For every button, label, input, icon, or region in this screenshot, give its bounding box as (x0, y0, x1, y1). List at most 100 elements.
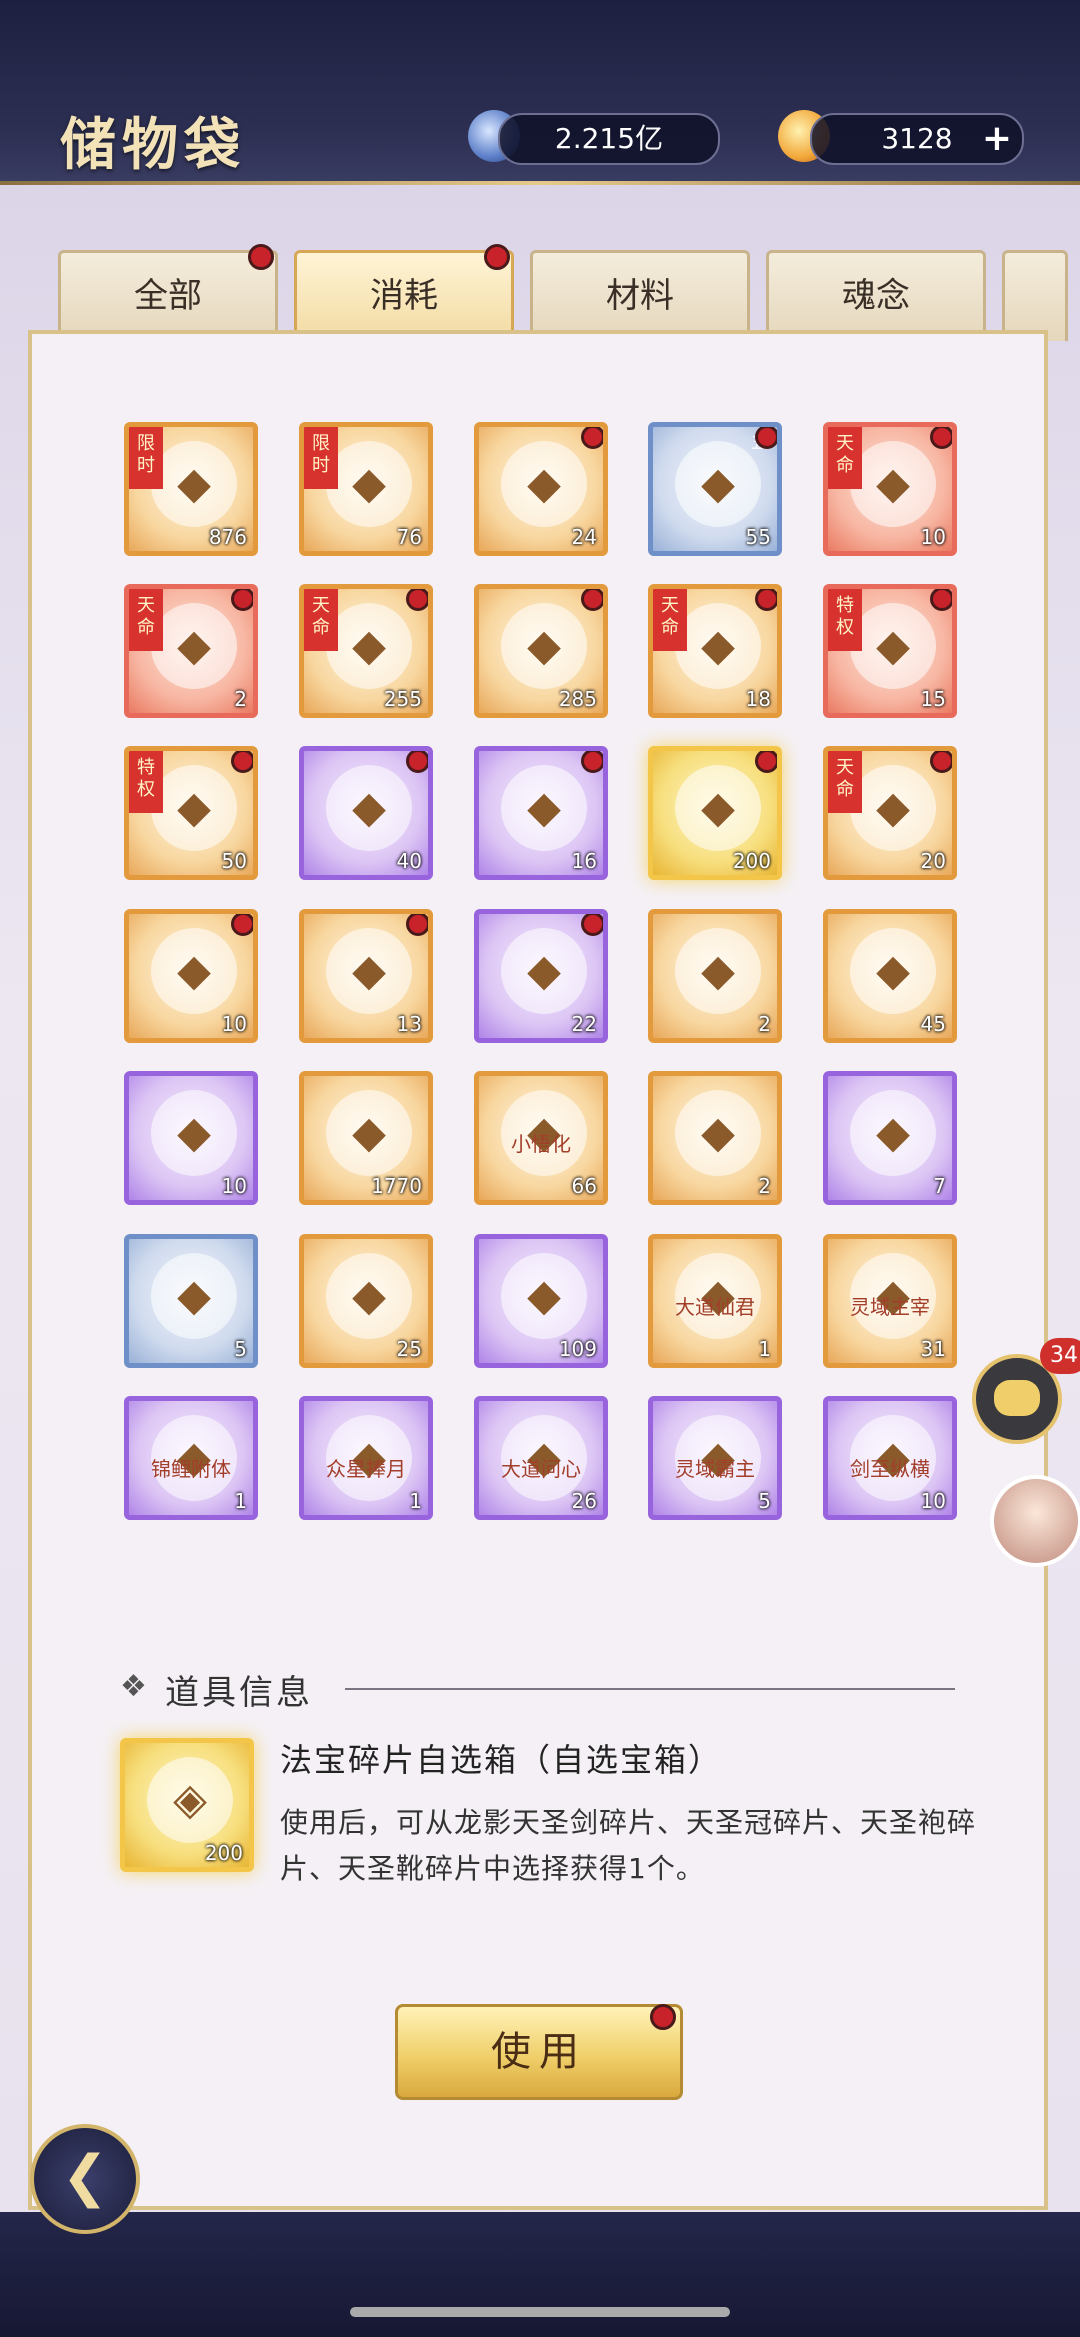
inventory-item[interactable]: ◆ 限时 76 (299, 422, 433, 556)
inventory-item[interactable]: ◆ 2 (648, 909, 782, 1043)
item-red-dot (406, 751, 428, 773)
item-count: 2 (234, 687, 247, 711)
inventory-item[interactable]: ◆ 25 (299, 1234, 433, 1368)
item-count: 5 (758, 1489, 771, 1513)
item-red-dot (231, 751, 253, 773)
item-art-icon: ◆ (326, 1253, 412, 1339)
item-art-icon: ◆ (151, 603, 237, 689)
inventory-item[interactable]: ◆ 200 (648, 746, 782, 880)
inventory-item[interactable]: ◆ 10 (124, 1071, 258, 1205)
inventory-item[interactable]: ◆ 109 (474, 1234, 608, 1368)
flame-currency-value: 3128 (881, 122, 953, 155)
inventory-item[interactable]: ◆ 特权 15 (823, 584, 957, 718)
home-indicator (350, 2307, 730, 2317)
item-count: 55 (745, 525, 771, 549)
selected-item-count: 200 (204, 1841, 243, 1865)
item-count: 66 (571, 1174, 597, 1198)
item-tag: 限时 (129, 427, 163, 489)
inventory-item[interactable]: ◆ 22 (474, 909, 608, 1043)
inventory-item[interactable]: ◆ 限时 876 (124, 422, 258, 556)
inventory-item[interactable]: ◆ 天命 2 (124, 584, 258, 718)
tab-materials[interactable]: 材料 (530, 250, 750, 341)
box-icon: ◈ (147, 1757, 233, 1843)
inventory-item[interactable]: ◆ 10 (124, 909, 258, 1043)
inventory-item[interactable]: ◆ 7 (823, 1071, 957, 1205)
inventory-item[interactable]: ◆ 天命 10 (823, 422, 957, 556)
item-count: 2 (758, 1174, 771, 1198)
item-art-icon: ◆ (151, 928, 237, 1014)
inventory-item[interactable]: ◆ 天命 255 (299, 584, 433, 718)
item-art-icon: ◆ (326, 441, 412, 527)
item-red-dot (581, 914, 603, 936)
item-art-icon: ◆ (501, 603, 587, 689)
item-red-dot (231, 589, 253, 611)
item-count: 10 (920, 1489, 946, 1513)
add-currency-button[interactable]: + (982, 115, 1012, 163)
item-red-dot (231, 914, 253, 936)
chat-unread-count: 34 (1040, 1338, 1080, 1374)
inventory-item[interactable]: ◆ 天命 20 (823, 746, 957, 880)
item-count: 22 (571, 1012, 597, 1036)
inventory-item[interactable]: ◆ 45 (823, 909, 957, 1043)
inventory-item[interactable]: ◆ 16 (474, 746, 608, 880)
inventory-item[interactable]: ◆ 1770 (299, 1071, 433, 1205)
inventory-item[interactable]: ◆ 剑至纵横 10 (823, 1396, 957, 1520)
item-count: 285 (558, 687, 597, 711)
item-count: 13 (396, 1012, 422, 1036)
item-count: 1 (758, 1337, 771, 1361)
item-red-dot (930, 751, 952, 773)
inventory-item[interactable]: ◆五55 (648, 422, 782, 556)
item-art-icon: ◆ (326, 603, 412, 689)
item-red-dot (406, 914, 428, 936)
item-count: 10 (920, 525, 946, 549)
item-count: 7 (933, 1174, 946, 1198)
inventory-item[interactable]: ◆ 灵域霸主 5 (648, 1396, 782, 1520)
selected-item-description: 使用后，可从龙影天圣剑碎片、天圣冠碎片、天圣袍碎片、天圣靴碎片中选择获得1个。 (280, 1806, 977, 1885)
use-button-red-dot (650, 2004, 676, 2030)
tab-all[interactable]: 全部 (58, 250, 278, 341)
inventory-item[interactable]: ◆ 众星捧月 1 (299, 1396, 433, 1520)
item-tag: 天命 (129, 589, 163, 651)
item-count: 876 (208, 525, 247, 549)
item-count: 25 (396, 1337, 422, 1361)
character-avatar-button[interactable] (990, 1475, 1080, 1567)
inventory-item[interactable]: ◆ 285 (474, 584, 608, 718)
inventory-item[interactable]: ◆ 40 (299, 746, 433, 880)
tab-more[interactable] (1002, 250, 1068, 341)
item-tag: 特权 (828, 589, 862, 651)
item-art-icon: ◆ (850, 1090, 936, 1176)
inventory-item[interactable]: ◆ 锦鲤附体 1 (124, 1396, 258, 1520)
inventory-item[interactable]: ◆ 2 (648, 1071, 782, 1205)
tab-all-label: 全部 (134, 276, 202, 316)
inventory-item[interactable]: ◆ 24 (474, 422, 608, 556)
inventory-item[interactable]: ◆ 灵域主宰 31 (823, 1234, 957, 1368)
item-tag: 特权 (129, 751, 163, 813)
back-button[interactable]: ❮ (30, 2124, 140, 2234)
item-art-icon: ◆ (675, 765, 761, 851)
item-art-icon: ◆ (326, 928, 412, 1014)
inventory-item[interactable]: ◆ 大道问心 26 (474, 1396, 608, 1520)
item-count: 2 (758, 1012, 771, 1036)
item-art-icon: ◆ (675, 928, 761, 1014)
inventory-item[interactable]: ◆ 13 (299, 909, 433, 1043)
item-art-icon: ◆ (151, 765, 237, 851)
inventory-item[interactable]: ◆ 5 (124, 1234, 258, 1368)
inventory-item[interactable]: ◆ 大道仙君 1 (648, 1234, 782, 1368)
inventory-item[interactable]: ◆ 小悟化 66 (474, 1071, 608, 1205)
spirit-stone-amount: 2.215亿 (498, 113, 720, 165)
item-art-icon: ◆ (501, 928, 587, 1014)
inventory-item[interactable]: ◆ 天命 18 (648, 584, 782, 718)
item-label: 众星捧月 (326, 1457, 406, 1481)
use-button[interactable]: 使用 (395, 2004, 683, 2100)
item-info-title: 道具信息 (165, 1673, 313, 1713)
tab-consumables[interactable]: 消耗 (294, 250, 514, 341)
flame-currency-amount: 3128 + (810, 113, 1024, 165)
back-arrow-icon: ❮ (61, 2144, 109, 2209)
tab-souls[interactable]: 魂念 (766, 250, 986, 341)
item-count: 10 (221, 1012, 247, 1036)
item-art-icon: ◆ (850, 603, 936, 689)
selected-item-name: 法宝碎片自选箱（自选宝箱） (280, 1741, 723, 1779)
inventory-item[interactable]: ◆ 特权 50 (124, 746, 258, 880)
tab-souls-label: 魂念 (842, 276, 910, 316)
item-red-dot (581, 751, 603, 773)
